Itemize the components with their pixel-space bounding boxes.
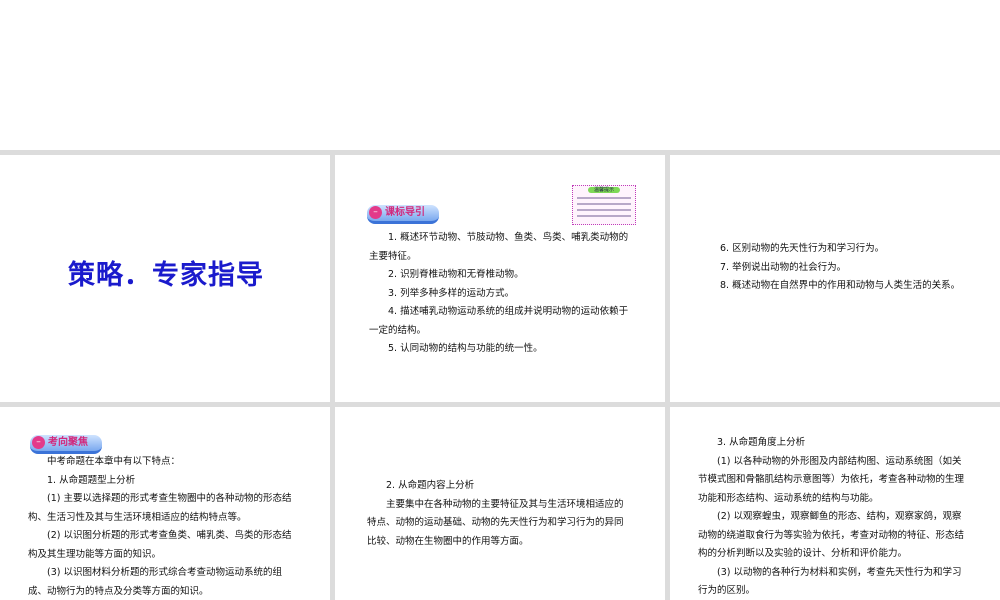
text-line: 1. 从命题题型上分析 <box>47 474 136 486</box>
text-line: 1. 概述环节动物、节肢动物、鱼类、鸟类、哺乳类动物的主要特征。 <box>369 232 629 262</box>
tip-note-title: 温馨提示 <box>588 187 620 193</box>
text-line: (1) 主要以选择题的形式考查生物圈中的各种动物的形态结构、生活习性及其与生活环… <box>28 493 292 523</box>
text-line: (3) 以动物的各种行为材料和实例，考查先天性行为和学习行为的区别。 <box>698 566 962 597</box>
bullet-icon: – <box>369 206 382 219</box>
text-line: 6. 区别动物的先天性行为和学习行为。 <box>720 243 885 254</box>
slide-1[interactable]: 策略．专家指导 <box>0 155 330 402</box>
slide-4[interactable]: – 考向聚焦 中考命题在本章中有以下特点： 1. 从命题题型上分析 (1) 主要以… <box>0 407 330 600</box>
slide-title: 策略．专家指导 <box>68 260 264 291</box>
tip-note: 温馨提示 <box>572 185 636 225</box>
text-line: (1) 以各种动物的外形图及内部结构图、运动系统图（如关节模式图和骨骼肌结构示意… <box>698 455 965 504</box>
text-line: 4. 描述哺乳动物运动系统的组成并说明动物的运动依赖于一定的结构。 <box>369 306 629 336</box>
top-blank-area <box>0 0 1000 150</box>
text-line: 7. 举例说出动物的社会行为。 <box>720 261 847 273</box>
text-line: 3. 从命题角度上分析 <box>717 437 806 448</box>
text-line: (2) 以观察蝗虫，观察鲫鱼的形态、结构，观察家鸽，观察动物的绕道取食行为等实验… <box>698 511 965 559</box>
slide-5[interactable]: 2. 从命题内容上分析 主要集中在各种动物的主要特征及其与生活环境相适应的特点、… <box>335 407 665 600</box>
text-line: (3) 以识图材料分析题的形式综合考查动物运动系统的组成、动物行为的特点及分类等… <box>28 567 282 597</box>
section-tag: – 考向聚焦 <box>30 435 102 454</box>
text-line: 5. 认同动物的结构与功能的统一性。 <box>388 343 543 354</box>
text-line: (2) 以识图分析题的形式考查鱼类、哺乳类、鸟类的形态结构及其生理功能等方面的知… <box>28 530 292 560</box>
text-line: 2. 识别脊椎动物和无脊椎动物。 <box>388 269 524 280</box>
text-line: 3. 列举多种多样的运动方式。 <box>388 287 515 299</box>
bullet-icon: – <box>32 436 45 449</box>
section-tag-label: 考向聚焦 <box>48 437 88 448</box>
text-line: 主要集中在各种动物的主要特征及其与生活环境相适应的特点、动物的运动基础、动物的先… <box>367 498 624 547</box>
text-line: 中考命题在本章中有以下特点： <box>47 456 181 467</box>
slide-3[interactable]: 6. 区别动物的先天性行为和学习行为。 7. 举例说出动物的社会行为。 8. 概… <box>670 155 1000 402</box>
section-tag: – 课标导引 <box>367 205 439 224</box>
section-tag-label: 课标导引 <box>385 207 425 218</box>
text-line: 2. 从命题内容上分析 <box>386 480 475 491</box>
slide-2[interactable]: – 课标导引 温馨提示 1. 概述环节动物、节肢动物、鱼类、鸟类、哺乳类动物的主要… <box>335 155 665 402</box>
text-line: 8. 概述动物在自然界中的作用和动物与人类生活的关系。 <box>720 280 961 291</box>
slide-6[interactable]: 3. 从命题角度上分析 (1) 以各种动物的外形图及内部结构图、运动系统图（如关… <box>670 407 1000 600</box>
